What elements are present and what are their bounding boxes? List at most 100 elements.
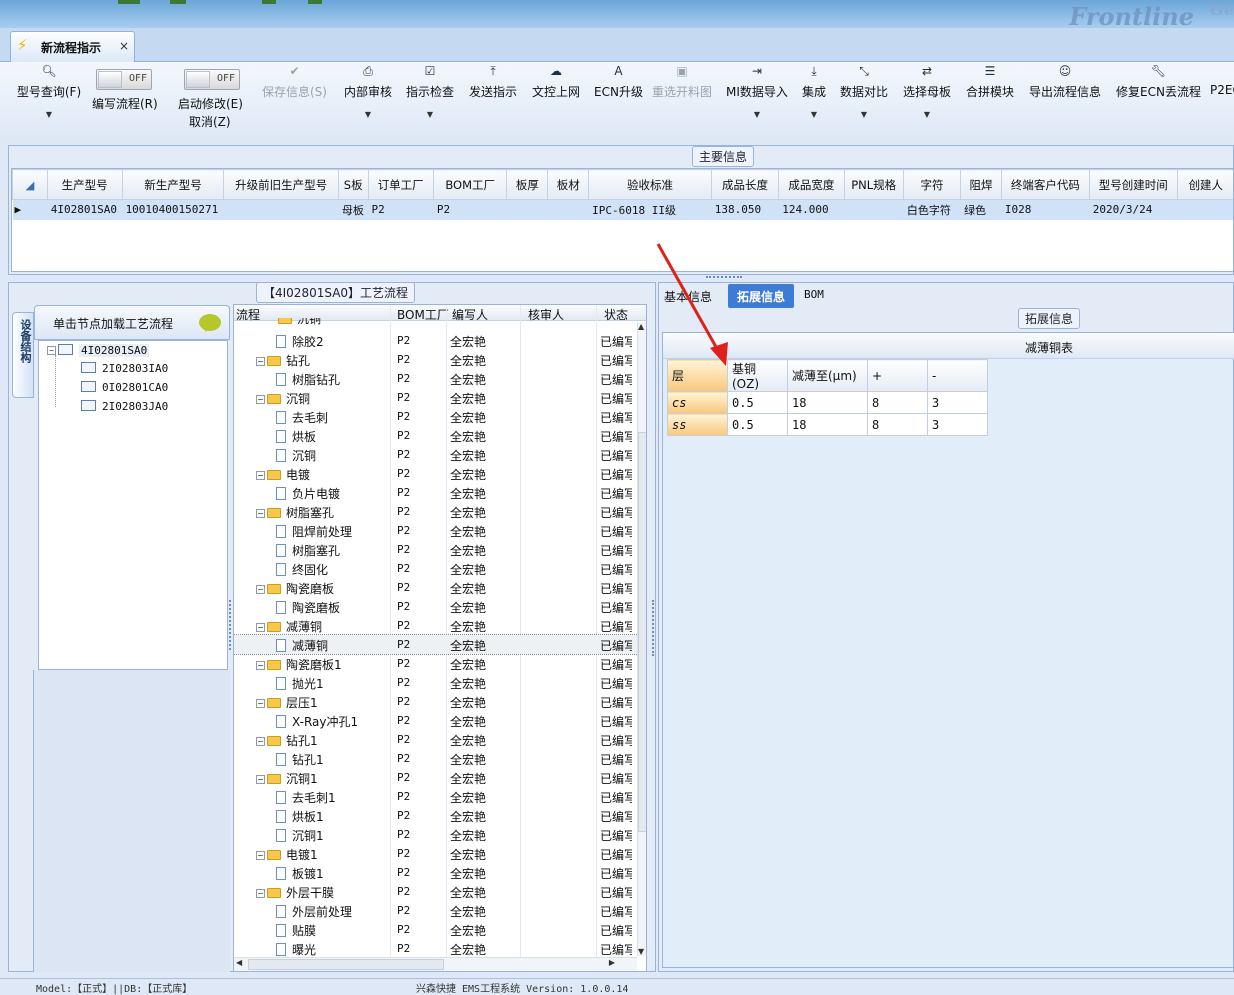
- scroll-left-icon[interactable]: ◀: [236, 958, 242, 967]
- process-row[interactable]: − 减薄铜 P2 全宏艳 已编写: [234, 616, 638, 635]
- process-row-selected[interactable]: 减薄铜 P2 全宏艳 已编写: [234, 634, 639, 655]
- col-header[interactable]: 成品宽度: [778, 169, 845, 200]
- cancel-modify-button[interactable]: 取消(Z): [189, 113, 231, 130]
- col-header[interactable]: 生产型号: [46, 169, 123, 200]
- main-info-cell[interactable]: IPC-6018 II级: [588, 199, 712, 220]
- copper-col-header[interactable]: -: [927, 359, 988, 392]
- collapse-icon[interactable]: −: [256, 851, 265, 860]
- tab-bom[interactable]: BOM: [804, 284, 824, 308]
- vtab-device-structure[interactable]: 设备结构: [12, 312, 34, 398]
- process-row[interactable]: X-Ray冲孔1 P2 全宏艳 已编写: [234, 711, 638, 730]
- col-header[interactable]: 型号创建时间: [1088, 169, 1178, 200]
- main-info-cell[interactable]: [547, 199, 590, 220]
- col-header[interactable]: 成品长度: [710, 169, 780, 200]
- col-header[interactable]: 新生产型号: [121, 169, 225, 200]
- col-header[interactable]: 订单工厂: [367, 169, 434, 200]
- main-info-cell[interactable]: 4I02801SA0: [47, 199, 123, 220]
- scrollbar-thumb[interactable]: [638, 432, 646, 832]
- copper-cell[interactable]: 18: [787, 413, 868, 436]
- col-header[interactable]: 板材: [547, 169, 590, 200]
- data-compare-button[interactable]: ⤡ 数据对比 ▼: [840, 62, 888, 119]
- collapse-icon[interactable]: −: [256, 509, 265, 518]
- chevron-down-icon[interactable]: ▼: [14, 110, 84, 119]
- copper-cell[interactable]: 3: [927, 413, 988, 436]
- main-info-cell[interactable]: I028: [1001, 199, 1090, 220]
- collapse-icon[interactable]: −: [256, 737, 265, 746]
- col-header[interactable]: 字符: [902, 169, 962, 200]
- process-row[interactable]: 阻焊前处理 P2 全宏艳 已编写: [234, 521, 638, 540]
- tree-child-node[interactable]: 2I02803JA0: [81, 400, 168, 413]
- process-row[interactable]: − 外层干膜 P2 全宏艳 已编写: [234, 882, 638, 901]
- main-info-cell[interactable]: 2020/3/24: [1089, 199, 1178, 220]
- main-info-cell[interactable]: 绿色: [960, 199, 1002, 220]
- main-info-cell[interactable]: 138.050: [711, 199, 780, 220]
- collapse-icon[interactable]: −: [256, 623, 265, 632]
- main-info-cell[interactable]: P2: [433, 199, 508, 220]
- col-header[interactable]: 板厚: [506, 169, 549, 200]
- tree-child-node[interactable]: 0I02801CA0: [81, 381, 168, 394]
- copper-cell[interactable]: 3: [927, 391, 988, 414]
- copper-row[interactable]: ss 0.5 18 8 3: [667, 413, 988, 436]
- col-header[interactable]: PNL规格: [843, 169, 904, 200]
- main-info-cell[interactable]: 白色字符: [903, 199, 962, 220]
- main-info-cell[interactable]: P2: [368, 199, 434, 220]
- collapse-icon[interactable]: −: [256, 699, 265, 708]
- col-header[interactable]: 阻焊: [960, 169, 1002, 200]
- chevron-down-icon[interactable]: ▼: [802, 110, 826, 119]
- process-row[interactable]: 钻孔1 P2 全宏艳 已编写: [234, 749, 638, 768]
- col-header[interactable]: 创建人: [1176, 169, 1233, 200]
- mi-import-button[interactable]: ⇥ MI数据导入 ▼: [726, 62, 788, 119]
- tree-child-node[interactable]: 2I02803IA0: [81, 362, 168, 375]
- process-row[interactable]: 终固化 P2 全宏艳 已编写: [234, 559, 638, 578]
- splitter-handle[interactable]: [229, 600, 232, 650]
- process-row[interactable]: 烘板1 P2 全宏艳 已编写: [234, 806, 638, 825]
- chevron-down-icon[interactable]: ▼: [406, 110, 454, 119]
- process-row[interactable]: − 陶瓷磨板 P2 全宏艳 已编写: [234, 578, 638, 597]
- copper-cell[interactable]: 18: [787, 391, 868, 414]
- process-row[interactable]: 树脂塞孔 P2 全宏艳 已编写: [234, 540, 638, 559]
- tree-root-node[interactable]: − 4I02801SA0: [47, 344, 150, 357]
- main-info-cell[interactable]: [1177, 199, 1233, 220]
- copper-cell[interactable]: cs: [667, 391, 728, 414]
- process-row[interactable]: 沉铜 P2 全宏艳 已编写: [234, 445, 638, 464]
- vertical-scrollbar[interactable]: ▲ ▼: [637, 322, 646, 956]
- copper-col-header[interactable]: +: [867, 359, 928, 392]
- main-info-cell[interactable]: [844, 199, 904, 220]
- scrollbar-thumb[interactable]: [248, 959, 444, 970]
- process-row[interactable]: − 电镀 P2 全宏艳 已编写: [234, 464, 638, 483]
- p2ec-button[interactable]: P2EC: [1210, 62, 1234, 97]
- process-row[interactable]: − 电镀1 P2 全宏艳 已编写: [234, 844, 638, 863]
- reselect-cut-drawing-button[interactable]: ▣ 重选开料图: [652, 62, 712, 100]
- write-flow-toggle[interactable]: OFF: [96, 69, 152, 90]
- copper-row[interactable]: cs 0.5 18 8 3: [667, 391, 988, 414]
- select-parent-board-button[interactable]: ⇄ 选择母板 ▼: [903, 62, 951, 119]
- export-flow-info-button[interactable]: ☺ 导出流程信息: [1029, 62, 1101, 100]
- doc-control-upload-button[interactable]: ☁ 文控上网: [532, 62, 580, 100]
- process-row[interactable]: 板镀1 P2 全宏艳 已编写: [234, 863, 638, 882]
- col-header[interactable]: 升级前旧生产型号: [223, 169, 339, 200]
- send-instruction-button[interactable]: ⤒ 发送指示: [469, 62, 517, 100]
- process-row[interactable]: 贴膜 P2 全宏艳 已编写: [234, 920, 638, 939]
- tab-new-flow-instruction[interactable]: ⚡ 新流程指示 ×: [10, 31, 135, 62]
- copper-cell[interactable]: ss: [667, 413, 728, 436]
- instruction-check-button[interactable]: ☑ 指示检查 ▼: [406, 62, 454, 119]
- process-row[interactable]: − 沉铜1 P2 全宏艳 已编写: [234, 768, 638, 787]
- process-row[interactable]: − 层压1 P2 全宏艳 已编写: [234, 692, 638, 711]
- auto-modify-toggle[interactable]: OFF: [184, 69, 240, 90]
- copper-cell[interactable]: 8: [867, 391, 928, 414]
- splitter-handle[interactable]: [652, 600, 655, 656]
- col-header[interactable]: 终端客户代码: [1000, 169, 1090, 200]
- process-row[interactable]: 去毛刺 P2 全宏艳 已编写: [234, 407, 638, 426]
- process-row[interactable]: − 树脂塞孔 P2 全宏艳 已编写: [234, 502, 638, 521]
- collapse-icon[interactable]: −: [256, 661, 265, 670]
- process-row[interactable]: 去毛刺1 P2 全宏艳 已编写: [234, 787, 638, 806]
- scroll-right-icon[interactable]: ▶: [609, 958, 615, 967]
- copper-col-header[interactable]: 减薄至(μm): [787, 359, 868, 392]
- main-info-cell[interactable]: 10010400150271: [122, 199, 225, 220]
- process-row[interactable]: − 陶瓷磨板1 P2 全宏艳 已编写: [234, 654, 638, 673]
- process-row-partial[interactable]: 沉铜: [234, 318, 638, 330]
- scroll-down-icon[interactable]: ▼: [638, 947, 644, 956]
- model-query-button[interactable]: 🔍︎ 型号查询(F) ▼: [14, 62, 84, 119]
- horizontal-scrollbar[interactable]: ◀ ▶: [234, 957, 637, 971]
- process-row[interactable]: − 钻孔 P2 全宏艳 已编写: [234, 350, 638, 369]
